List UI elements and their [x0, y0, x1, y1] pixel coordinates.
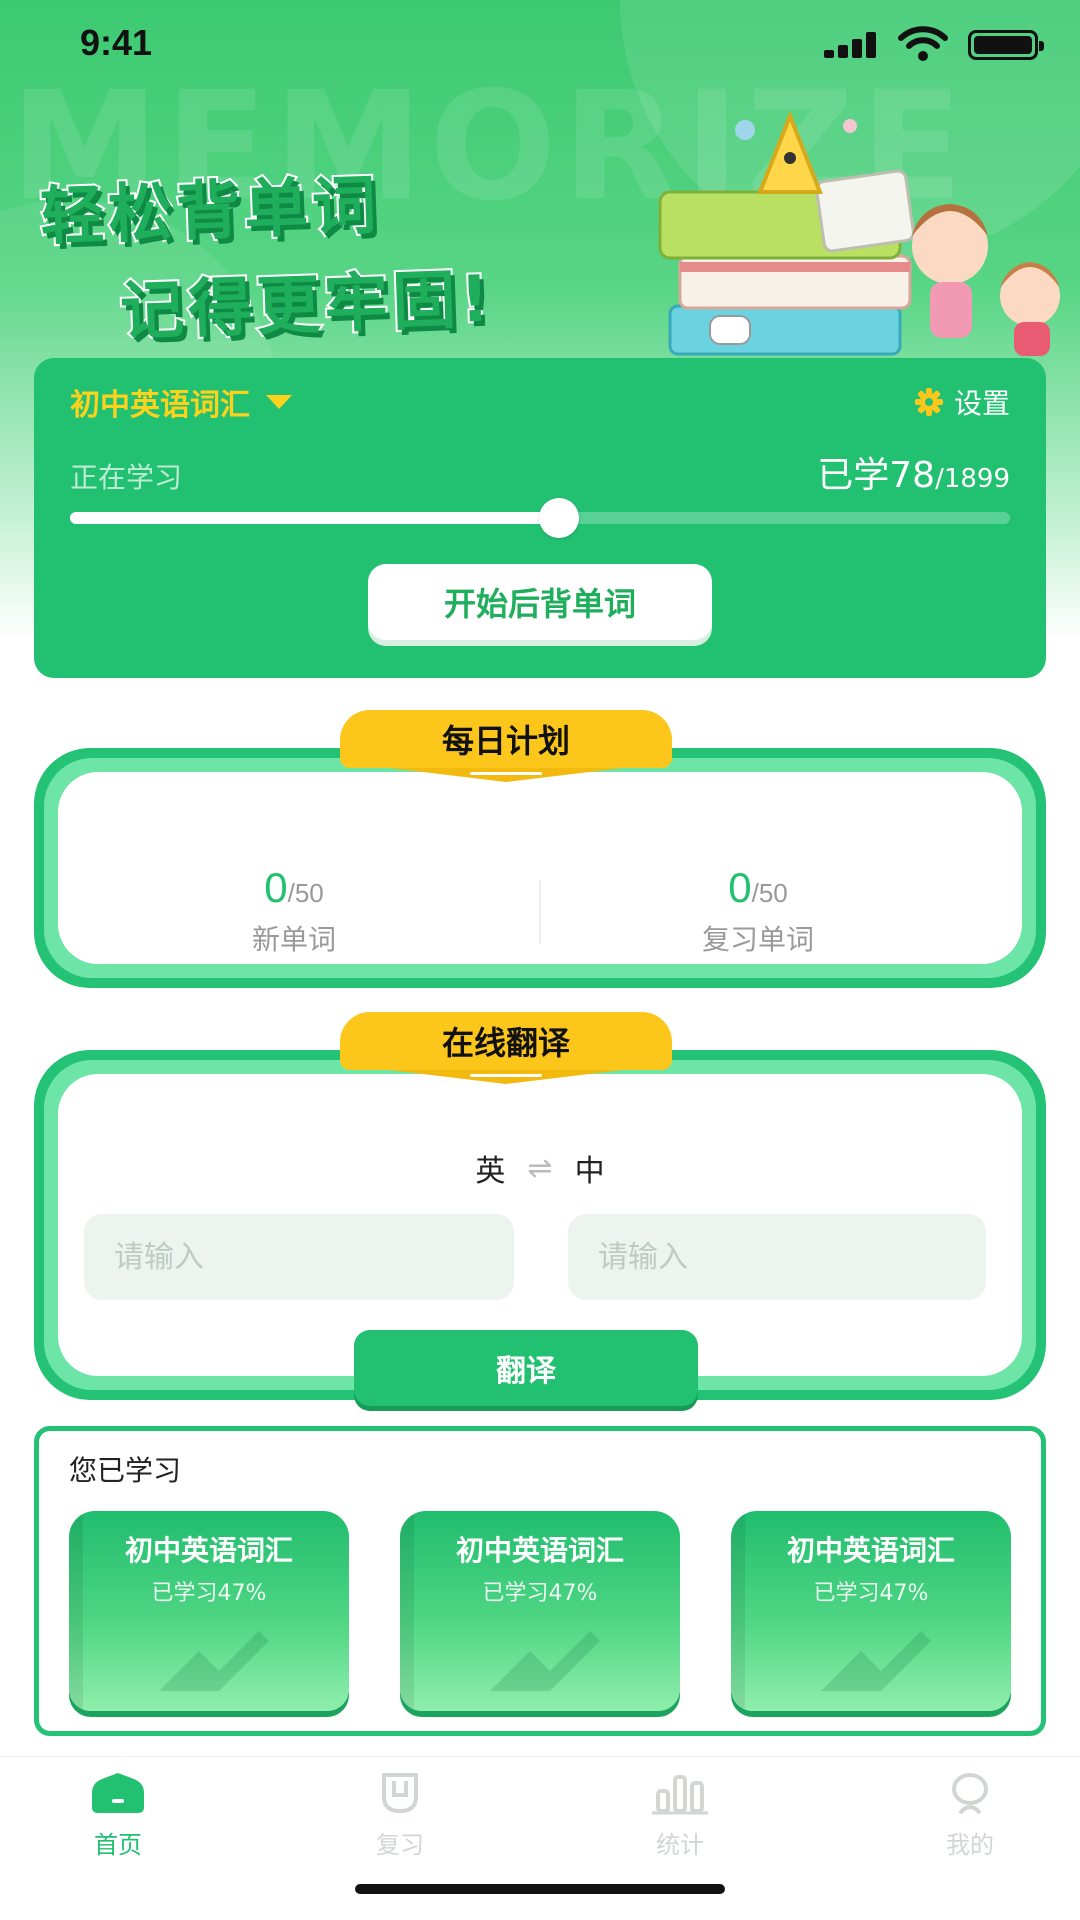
new-words-value: 0 [264, 864, 288, 911]
learned-book-card[interactable]: 初中英语词汇 已学习47% [731, 1511, 1011, 1711]
settings-button[interactable]: 设置 [914, 382, 1010, 422]
book-decoration-icon [490, 1631, 600, 1691]
translate-button[interactable]: 翻译 [354, 1330, 698, 1406]
new-words-label: 新单词 [251, 923, 336, 956]
translate-ribbon: 在线翻译 [340, 1012, 672, 1084]
tab-profile[interactable]: 我的 [910, 1771, 1030, 1860]
review-words-label: 复习单词 [701, 923, 814, 956]
source-language: 英 [475, 1154, 506, 1189]
stats-icon [652, 1775, 708, 1815]
book-card-progress: 已学习47% [151, 1581, 267, 1606]
learned-books-panel: 您已学习 初中英语词汇 已学习47% 初中英语词汇 已学习47% 初中英语词汇 … [34, 1426, 1046, 1736]
learned-prefix: 已学 [817, 455, 890, 496]
tab-label: 我的 [946, 1831, 994, 1859]
book-selector[interactable]: 初中英语词汇 [70, 380, 292, 424]
cellular-signal-icon [824, 32, 880, 58]
status-bar: 9:41 [0, 0, 1080, 88]
target-language: 中 [574, 1154, 605, 1189]
tab-label: 复习 [376, 1831, 424, 1859]
review-words-value: 0 [728, 864, 752, 911]
book-decoration-icon [821, 1631, 931, 1691]
learned-count: 已学78/1899 [817, 446, 1010, 498]
book-selector-label: 初中英语词汇 [70, 388, 250, 423]
caret-down-icon [266, 395, 292, 409]
target-text-input[interactable] [568, 1214, 986, 1300]
daily-plan-panel: 0/50 新单词 0/50 复习单词 [34, 748, 1046, 988]
plan-divider [539, 880, 541, 944]
books-kids-illustration [658, 110, 1060, 356]
studying-label: 正在学习 [70, 461, 183, 494]
settings-label: 设置 [953, 387, 1010, 420]
book-card-title: 初中英语词汇 [124, 1534, 293, 1567]
start-learning-button[interactable]: 开始后背单词 [368, 564, 712, 640]
book-card-title: 初中英语词汇 [786, 1534, 955, 1567]
study-progress-knob[interactable] [538, 498, 579, 538]
study-progress-fill [70, 512, 559, 524]
vocab-book-card: 初中英语词汇 设置 正在学习 已学78/1899 开始后背单词 [34, 358, 1046, 678]
wifi-icon [898, 26, 948, 61]
learned-section-title: 您已学习 [69, 1454, 182, 1487]
daily-plan-ribbon: 每日计划 [340, 710, 672, 782]
book-card-progress: 已学习47% [482, 1581, 598, 1606]
gear-icon [914, 388, 943, 416]
language-switch[interactable]: 英 ⇌ 中 [58, 1146, 1022, 1190]
tab-home[interactable]: 首页 [58, 1771, 178, 1860]
profile-icon [952, 1773, 988, 1815]
learned-number: 78 [889, 455, 936, 496]
battery-icon [968, 30, 1044, 60]
translate-title: 在线翻译 [340, 1012, 672, 1070]
bottom-tab-bar: 首页 复习 统计 我的 [0, 1756, 1080, 1920]
tab-label: 首页 [94, 1831, 142, 1859]
swap-language-icon[interactable]: ⇌ [527, 1151, 552, 1186]
book-card-title: 初中英语词汇 [455, 1534, 624, 1567]
review-words-target: /50 [751, 878, 788, 908]
new-words-stat[interactable]: 0/50 新单词 [104, 864, 484, 958]
learned-book-card[interactable]: 初中英语词汇 已学习47% [400, 1511, 680, 1711]
learned-book-card[interactable]: 初中英语词汇 已学习47% [69, 1511, 349, 1711]
slogan-line-1: 轻松背单词 [37, 167, 383, 257]
review-icon [382, 1773, 418, 1814]
tab-stats[interactable]: 统计 [620, 1771, 740, 1860]
review-words-stat[interactable]: 0/50 复习单词 [568, 864, 948, 958]
source-text-input[interactable] [84, 1214, 514, 1300]
tab-review[interactable]: 复习 [340, 1771, 460, 1860]
daily-plan-title: 每日计划 [340, 710, 672, 768]
status-time: 9:41 [80, 22, 153, 63]
home-indicator[interactable] [355, 1884, 725, 1894]
new-words-target: /50 [287, 878, 324, 908]
book-card-progress: 已学习47% [813, 1581, 929, 1606]
study-progress-slider[interactable] [70, 498, 1010, 538]
book-decoration-icon [159, 1631, 269, 1691]
translate-panel: 英 ⇌ 中 翻译 [34, 1050, 1046, 1406]
home-icon [92, 1773, 144, 1813]
tab-label: 统计 [656, 1831, 704, 1859]
slogan-line-2: 记得更牢固! [117, 261, 497, 352]
learned-total: /1899 [935, 464, 1010, 494]
